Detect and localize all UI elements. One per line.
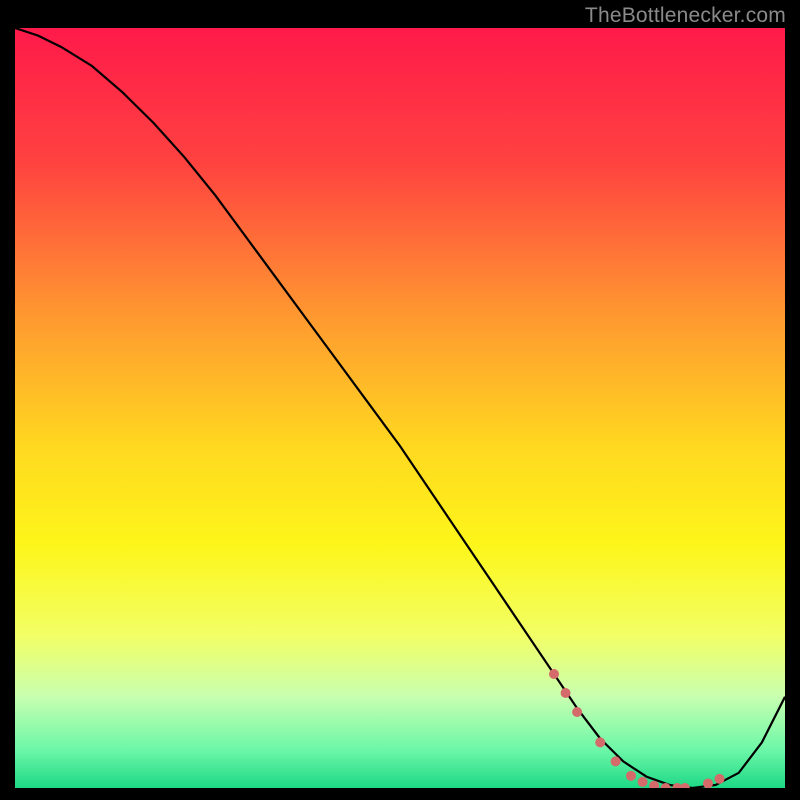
chart-svg: [15, 28, 785, 788]
gradient-background: [15, 28, 785, 788]
data-point-marker: [715, 774, 725, 784]
data-point-marker: [595, 737, 605, 747]
plot-frame: [15, 28, 785, 788]
data-point-marker: [638, 777, 648, 787]
data-point-marker: [561, 688, 571, 698]
data-point-marker: [611, 756, 621, 766]
watermark-text: TheBottlenecker.com: [585, 4, 786, 28]
data-point-marker: [549, 669, 559, 679]
data-point-marker: [703, 778, 713, 788]
data-point-marker: [572, 707, 582, 717]
data-point-marker: [626, 771, 636, 781]
